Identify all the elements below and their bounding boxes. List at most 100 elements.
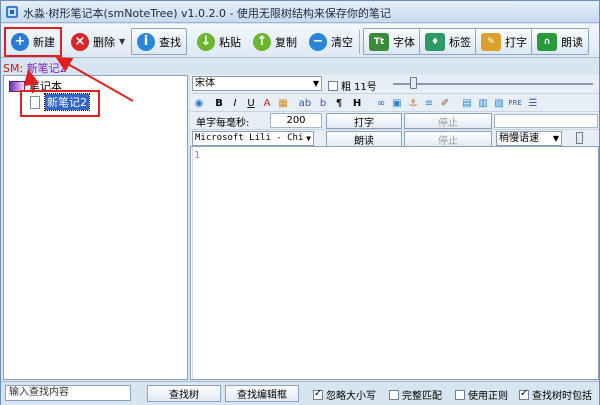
- page-icon: [30, 95, 40, 109]
- current-note-indicator: SM: 新笔记2: [3, 60, 67, 75]
- regex-label: 使用正则: [468, 391, 508, 402]
- pre-icon[interactable]: PRE: [508, 96, 522, 110]
- whole-match-option[interactable]: 完整匹配: [389, 387, 442, 402]
- font-button-label: 字体: [393, 35, 415, 49]
- font-size-slider-thumb[interactable]: [410, 77, 417, 89]
- notebook-icon: [9, 80, 25, 92]
- font-family-value: 宋体: [195, 78, 215, 89]
- arrow-up-icon: ↑: [253, 32, 271, 51]
- find-button[interactable]: i 查找: [131, 28, 187, 55]
- ignore-case-label: 忽略大小写: [326, 391, 376, 402]
- globe-icon[interactable]: ◉: [192, 96, 206, 110]
- paste-button[interactable]: ↓ 粘贴: [191, 28, 247, 55]
- voice-select[interactable]: Microsoft Lili - Chi ▼: [192, 131, 314, 146]
- clear-button[interactable]: − 清空: [303, 28, 359, 55]
- type-button[interactable]: ✎ 打字: [475, 28, 533, 55]
- find-editor-button[interactable]: 查找编辑框: [225, 385, 299, 402]
- main-toolbar: + 新建 × 删除 ▼ i 查找 ↓ 粘贴 ↑ 复制 − 清空 Tt 字体 ♦ …: [1, 24, 599, 58]
- app-icon: [6, 6, 18, 18]
- line-number: 1: [194, 150, 201, 161]
- info-icon: i: [137, 32, 155, 51]
- read-button-label: 朗读: [561, 35, 583, 49]
- tag-icon: ♦: [425, 32, 445, 51]
- search-bar: 输入查找内容 查找树 查找编辑框 忽略大小写 完整匹配 使用正则 查找树时包括: [1, 381, 599, 405]
- chevron-down-icon: ▼: [552, 134, 559, 143]
- toolbar-separator: [359, 30, 360, 54]
- image-icon[interactable]: ▣: [390, 96, 404, 110]
- bold-button[interactable]: B: [212, 96, 226, 110]
- chevron-down-icon[interactable]: ▼: [119, 37, 125, 46]
- font-size-label: 11号: [354, 82, 377, 93]
- pen-icon[interactable]: ✐: [438, 96, 452, 110]
- plus-icon: +: [11, 32, 29, 51]
- bold-label: 粗: [341, 82, 351, 93]
- delete-button-label: 删除: [93, 35, 115, 49]
- font-family-select[interactable]: 宋体 ▼: [192, 76, 322, 91]
- paste-button-label: 粘贴: [219, 35, 241, 49]
- gutter-line: [192, 147, 193, 379]
- per-char-input[interactable]: 200: [270, 113, 322, 128]
- font-button[interactable]: Tt 字体: [363, 28, 421, 55]
- delete-button[interactable]: × 删除 ▼: [65, 28, 131, 55]
- link-icon[interactable]: ∞: [374, 96, 388, 110]
- new-button[interactable]: + 新建: [5, 28, 61, 55]
- window-title: 水淼·树形笔记本(smNoteTree) v1.0.2.0 - 使用无限树结构来…: [23, 7, 391, 20]
- speed-value: 稍慢语速: [499, 133, 539, 144]
- list-icon[interactable]: ☰: [526, 96, 540, 110]
- include-label: 查找树时包括: [532, 391, 592, 402]
- title-bar: 水淼·树形笔记本(smNoteTree) v1.0.2.0 - 使用无限树结构来…: [1, 1, 599, 23]
- media-icon[interactable]: ▥: [476, 96, 490, 110]
- read-stop-button[interactable]: 停止: [404, 131, 492, 147]
- grid-icon[interactable]: ▦: [276, 96, 290, 110]
- type-start-button[interactable]: 打字: [326, 113, 402, 129]
- tree-child-node[interactable]: 新笔记2: [30, 93, 90, 111]
- rule-icon[interactable]: ≡: [422, 96, 436, 110]
- type-stop-button[interactable]: 停止: [404, 113, 492, 129]
- minus-icon: −: [309, 32, 327, 51]
- find-tree-button[interactable]: 查找树: [147, 385, 221, 402]
- italic-button[interactable]: I: [228, 96, 242, 110]
- ignore-case-option[interactable]: 忽略大小写: [313, 387, 376, 402]
- tag-button[interactable]: ♦ 标签: [419, 28, 477, 55]
- chevron-down-icon: ▼: [312, 79, 319, 88]
- read-button[interactable]: ∩ 朗读: [531, 28, 589, 55]
- typing-row: 单字每毫秒: 200 打字 停止: [190, 111, 599, 129]
- regex-checkbox[interactable]: [455, 389, 465, 400]
- bold-toggle[interactable]: 粗 11号: [328, 78, 377, 93]
- whole-match-checkbox[interactable]: [389, 389, 399, 400]
- search-input[interactable]: 输入查找内容: [5, 385, 131, 401]
- whole-match-label: 完整匹配: [402, 391, 442, 402]
- ignore-case-checkbox[interactable]: [313, 388, 323, 400]
- arrow-down-icon: ↓: [197, 32, 215, 51]
- bold-checkbox[interactable]: [328, 80, 338, 91]
- underline-button[interactable]: U: [244, 96, 258, 110]
- volume-slider-thumb[interactable]: [576, 132, 583, 144]
- type-progress-bar: [494, 114, 598, 128]
- font-color-button[interactable]: A: [260, 96, 274, 110]
- code-icon[interactable]: ▧: [492, 96, 506, 110]
- font-size-slider-track: [393, 83, 593, 85]
- speed-select[interactable]: 稍慢语速 ▼: [496, 131, 562, 146]
- app-window: 水淼·树形笔记本(smNoteTree) v1.0.2.0 - 使用无限树结构来…: [0, 0, 600, 405]
- include-option[interactable]: 查找树时包括: [519, 387, 592, 402]
- paragraph-button[interactable]: ¶: [332, 96, 346, 110]
- format-toolbar: ◉ B I U A ▦ ab b ¶ H ∞ ▣ ⚓ ≡ ✐ ▤ ▥ ▧ PRE…: [190, 93, 599, 111]
- note-editor[interactable]: 1: [190, 146, 599, 380]
- read-start-button[interactable]: 朗读: [326, 131, 402, 147]
- strike-button[interactable]: ab: [298, 96, 312, 110]
- pencil-icon: ✎: [481, 32, 501, 51]
- reading-row: Microsoft Lili - Chi ▼ 朗读 停止 稍慢语速 ▼: [190, 129, 599, 147]
- type-button-label: 打字: [505, 35, 527, 49]
- anchor-icon[interactable]: ⚓: [406, 96, 420, 110]
- subscript-button[interactable]: b: [316, 96, 330, 110]
- note-tree[interactable]: 笔记本 新笔记2: [3, 75, 188, 380]
- tree-root-node[interactable]: 笔记本: [9, 78, 62, 94]
- table-icon[interactable]: ▤: [460, 96, 474, 110]
- font-settings-row: 宋体 ▼ 粗 11号: [190, 75, 599, 93]
- heading-button[interactable]: H: [350, 96, 364, 110]
- include-checkbox[interactable]: [519, 388, 529, 400]
- chevron-down-icon: ▼: [306, 134, 311, 143]
- regex-option[interactable]: 使用正则: [455, 387, 508, 402]
- copy-button[interactable]: ↑ 复制: [247, 28, 303, 55]
- headphones-icon: ∩: [537, 32, 557, 51]
